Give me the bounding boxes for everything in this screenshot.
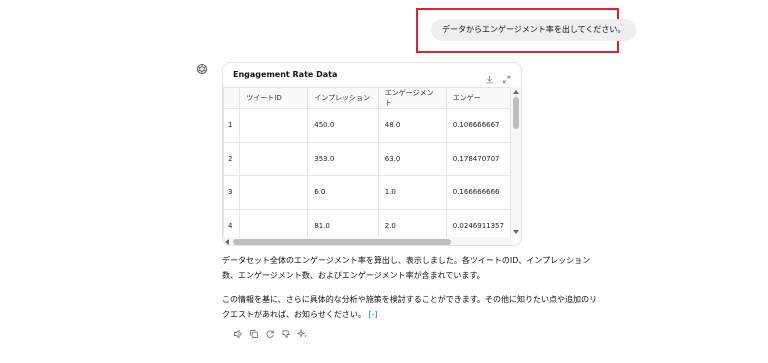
assistant-paragraph-2-text: この情報を基に、さらに具体的な分析や施策を検討することができます。その他に知りた…: [222, 295, 597, 319]
message-actions: [233, 329, 307, 339]
scroll-up-arrow-icon[interactable]: [513, 90, 519, 94]
column-header-tweet-id: ツイートID: [239, 87, 309, 109]
cell-engagements: 2.0: [377, 208, 447, 237]
vertical-scroll-thumb[interactable]: [513, 97, 519, 129]
cell-engagements: 1.0: [377, 175, 447, 210]
cell-tweet-id: [239, 141, 309, 176]
regenerate-icon[interactable]: [265, 329, 275, 339]
cell-tweet-id: [239, 175, 309, 210]
scroll-left-arrow-icon[interactable]: [225, 239, 229, 245]
row-index: 4: [223, 208, 241, 237]
assistant-paragraph-1: データセット全体のエンゲージメント率を算出し、表示しました。各ツイートのID、イ…: [222, 256, 591, 280]
cell-tweet-id: [239, 208, 309, 237]
vertical-scrollbar[interactable]: [511, 87, 521, 237]
table-row: 1 450.0 48.0 0.106666667: [223, 108, 511, 143]
row-index: 3: [223, 175, 241, 210]
column-header-impressions: インプレッション: [307, 87, 379, 109]
cell-engagement-rate: 0.166666666: [445, 175, 511, 210]
row-index: 1: [223, 108, 241, 143]
column-header-engagements: エンゲージメント: [377, 87, 447, 109]
cell-tweet-id: [239, 108, 309, 143]
expand-icon[interactable]: [502, 69, 511, 84]
card-header: Engagement Rate Data: [223, 63, 521, 86]
scroll-down-arrow-icon[interactable]: [513, 230, 519, 234]
sparkle-icon[interactable]: [297, 329, 307, 339]
speaker-icon[interactable]: [233, 329, 243, 339]
thumbs-down-icon[interactable]: [281, 329, 291, 339]
cell-engagement-rate: 0.0246911357: [445, 208, 511, 237]
table-header-row: ツイートID インプレッション エンゲージメント エンゲー: [223, 87, 511, 109]
assistant-paragraph-2: この情報を基に、さらに具体的な分析や施策を検討することができます。その他に知りた…: [222, 292, 602, 322]
engagement-table: ツイートID インプレッション エンゲージメント エンゲー 1 450.0 48…: [223, 87, 511, 237]
table-row: 3 6.0 1.0 0.166666666: [223, 175, 511, 210]
cell-impressions: 6.0: [307, 175, 379, 210]
cell-engagements: 63.0: [377, 141, 447, 176]
cell-engagements: 48.0: [377, 108, 447, 143]
cell-impressions: 353.0: [307, 141, 379, 176]
cell-impressions: 450.0: [307, 108, 379, 143]
data-table-card: Engagement Rate Data ツイートID インプレッション エンゲ…: [222, 62, 522, 246]
citation-link[interactable]: [-]: [368, 310, 377, 319]
cell-impressions: 81.0: [307, 208, 379, 237]
download-icon[interactable]: [485, 69, 494, 84]
cell-engagement-rate: 0.106666667: [445, 108, 511, 143]
table-scroll-area[interactable]: ツイートID インプレッション エンゲージメント エンゲー 1 450.0 48…: [223, 87, 511, 237]
openai-logo-icon: [197, 64, 207, 74]
card-tools: [485, 69, 511, 84]
table-row: 4 81.0 2.0 0.0246911357: [223, 208, 511, 237]
row-index: 2: [223, 141, 241, 176]
copy-icon[interactable]: [249, 329, 259, 339]
column-header-index: [223, 87, 241, 109]
column-header-engagement-rate: エンゲー: [445, 87, 511, 109]
card-title: Engagement Rate Data: [233, 70, 338, 79]
table-row: 2 353.0 63.0 0.178470707: [223, 141, 511, 176]
horizontal-scrollbar[interactable]: [223, 237, 513, 245]
cell-engagement-rate: 0.178470707: [445, 141, 511, 176]
horizontal-scroll-thumb[interactable]: [233, 239, 451, 245]
user-message-bubble: データからエンゲージメント率を出してください。: [431, 19, 637, 41]
